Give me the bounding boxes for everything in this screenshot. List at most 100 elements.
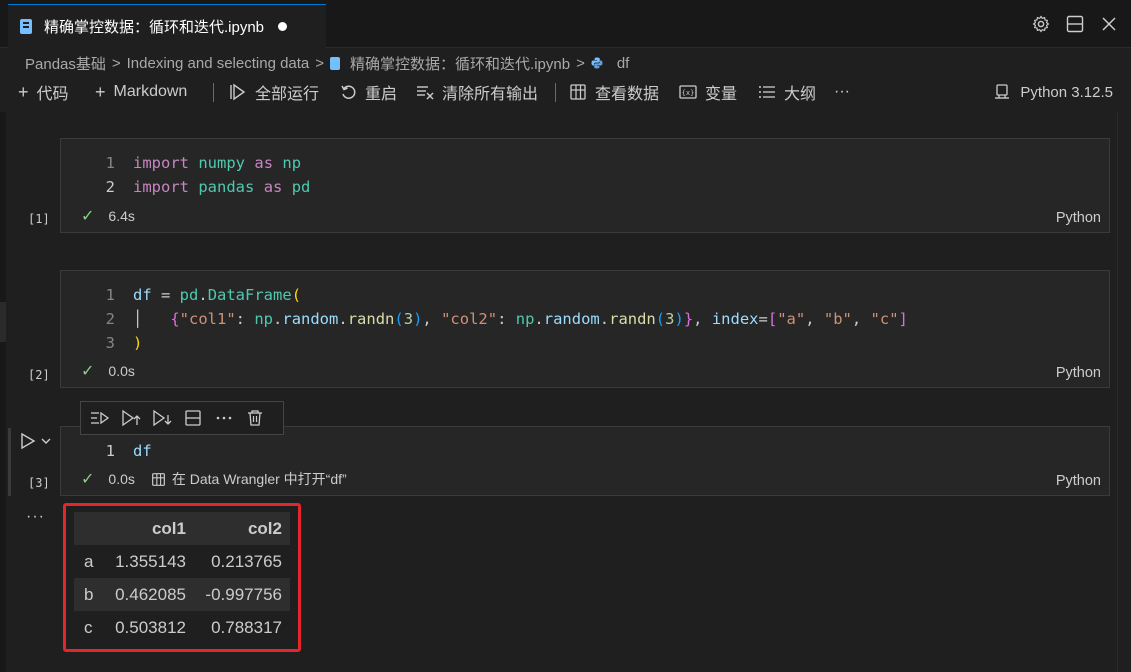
code-cell-1[interactable]: 1 import numpy as np 2 import pandas as pd… bbox=[60, 138, 1110, 233]
execution-count: [1] bbox=[28, 212, 50, 226]
clear-all-icon bbox=[417, 86, 434, 100]
clear-outputs-label: 清除所有输出 bbox=[442, 86, 539, 103]
delete-icon[interactable] bbox=[244, 408, 265, 429]
variables-icon: {x} bbox=[679, 85, 697, 99]
cell-status: ✓ 0.0s 在 Data Wrangler 中打开“df” bbox=[81, 469, 347, 489]
variables-button[interactable]: {x} 变量 bbox=[679, 78, 737, 106]
breadcrumb-item-subfolder[interactable]: Indexing and selecting data bbox=[127, 55, 310, 72]
table-cell: 0.788317 bbox=[194, 611, 290, 644]
add-markdown-label: Markdown bbox=[113, 83, 188, 100]
notebook-toolbar: + 代码 + Markdown 全部运行 重启 清除所有输出 查看数据 {x} … bbox=[0, 78, 1131, 106]
toolbar-divider bbox=[213, 83, 214, 102]
kernel-picker[interactable]: Python 3.12.5 bbox=[993, 78, 1113, 106]
data-wrangler-icon bbox=[570, 84, 586, 100]
outline-label: 大纲 bbox=[784, 86, 817, 103]
outline-button[interactable]: 大纲 bbox=[758, 78, 816, 106]
column-header bbox=[74, 512, 104, 545]
notebook-editor: 1 import numpy as np 2 import pandas as pd… bbox=[0, 112, 1131, 672]
kernel-label: Python 3.12.5 bbox=[1020, 83, 1113, 101]
svg-text:{x}: {x} bbox=[682, 89, 695, 97]
editor-actions bbox=[1031, 14, 1119, 34]
breadcrumb-item-symbol[interactable]: df bbox=[617, 55, 630, 72]
success-check-icon: ✓ bbox=[81, 363, 95, 380]
execution-time: 0.0s bbox=[108, 471, 135, 487]
chevron-down-icon[interactable] bbox=[40, 435, 52, 447]
cell-language[interactable]: Python bbox=[1056, 210, 1101, 226]
breadcrumb-item-folder[interactable]: Pandas基础 bbox=[25, 53, 106, 74]
open-in-data-wrangler-link[interactable]: 在 Data Wrangler 中打开“df” bbox=[151, 469, 347, 489]
run-cell-and-below-icon[interactable] bbox=[120, 408, 141, 429]
breadcrumb-separator: > bbox=[576, 54, 585, 72]
run-above-icon[interactable] bbox=[89, 408, 110, 429]
add-code-label: 代码 bbox=[36, 86, 69, 103]
column-header: col2 bbox=[194, 512, 290, 545]
code-editor[interactable]: 1 df = pd. DataFrame( 2 │ {"col1": np. rando… bbox=[61, 283, 908, 355]
more-actions-button[interactable]: ··· bbox=[834, 78, 850, 106]
restart-button[interactable]: 重启 bbox=[340, 78, 397, 106]
execution-count: [3] bbox=[28, 476, 50, 490]
table-header-row: col1 col2 bbox=[74, 512, 290, 545]
code-editor[interactable]: 1 df bbox=[61, 439, 152, 463]
cell-toolbar bbox=[80, 401, 284, 435]
view-data-label: 查看数据 bbox=[595, 86, 660, 103]
code-cell-2[interactable]: 1 df = pd. DataFrame( 2 │ {"col1": np. rando… bbox=[60, 270, 1110, 388]
execution-count: [2] bbox=[28, 368, 50, 382]
column-header: col1 bbox=[104, 512, 194, 545]
cell-focus-indicator bbox=[8, 428, 11, 496]
unsaved-dot-icon[interactable] bbox=[278, 22, 288, 31]
cell-code: df bbox=[133, 442, 152, 460]
data-wrangler-link-label: 在 Data Wrangler 中打开“df” bbox=[171, 471, 347, 487]
tab-title: 精确掌控数据：循环和迭代.ipynb bbox=[44, 19, 265, 36]
notebook-file-icon bbox=[330, 56, 341, 70]
table-cell: 1.355143 bbox=[104, 545, 194, 578]
data-wrangler-icon bbox=[151, 472, 165, 486]
run-all-icon bbox=[230, 83, 246, 101]
table-row: c 0.503812 0.788317 bbox=[74, 611, 290, 644]
cell-status: ✓ 6.4s bbox=[81, 206, 135, 226]
table-cell: -0.997756 bbox=[194, 578, 290, 611]
line-number: 3 bbox=[105, 334, 115, 352]
row-index: b bbox=[74, 578, 104, 611]
cell-language[interactable]: Python bbox=[1056, 365, 1101, 381]
split-editor-icon[interactable] bbox=[1065, 14, 1085, 34]
editor-tab-bar: 精确掌控数据：循环和迭代.ipynb bbox=[0, 0, 1131, 48]
run-cell-button[interactable] bbox=[20, 432, 52, 450]
line-number: 2 bbox=[105, 178, 115, 196]
plus-icon: + bbox=[95, 81, 106, 102]
success-check-icon: ✓ bbox=[81, 471, 95, 488]
output-highlight-frame: col1 col2 a 1.355143 0.213765 b 0.462085… bbox=[63, 503, 301, 652]
line-number: 1 bbox=[105, 286, 115, 304]
run-all-label: 全部运行 bbox=[255, 86, 320, 103]
line-number: 1 bbox=[105, 154, 115, 172]
plus-icon: + bbox=[18, 81, 29, 102]
table-cell: 0.462085 bbox=[104, 578, 194, 611]
output-actions-button[interactable]: ··· bbox=[26, 508, 45, 526]
more-icon[interactable] bbox=[213, 408, 234, 429]
notebook-tab[interactable]: 精确掌控数据：循环和迭代.ipynb bbox=[8, 4, 326, 48]
dataframe-output: col1 col2 a 1.355143 0.213765 b 0.462085… bbox=[74, 512, 290, 644]
breadcrumb-separator: > bbox=[111, 54, 121, 72]
more-icon: ··· bbox=[834, 83, 850, 100]
python-icon bbox=[591, 57, 603, 69]
breadcrumb-item-file[interactable]: 精确掌控数据：循环和迭代.ipynb bbox=[350, 53, 570, 74]
variables-label: 变量 bbox=[705, 86, 738, 103]
code-editor[interactable]: 1 import numpy as np 2 import pandas as pd bbox=[61, 151, 311, 199]
execution-time: 0.0s bbox=[108, 363, 135, 379]
execution-time: 6.4s bbox=[108, 208, 135, 224]
clear-outputs-button[interactable]: 清除所有输出 bbox=[416, 78, 538, 106]
execute-below-icon[interactable] bbox=[151, 408, 172, 429]
code-cell-3[interactable]: 1 df ✓ 0.0s 在 Data Wrangler 中打开“df” Pytho… bbox=[60, 426, 1110, 496]
settings-gear-icon[interactable] bbox=[1031, 14, 1051, 34]
run-all-button[interactable]: 全部运行 bbox=[229, 78, 319, 106]
breadcrumb: Pandas基础 > Indexing and selecting data >… bbox=[25, 52, 629, 74]
split-cell-icon[interactable] bbox=[182, 408, 203, 429]
add-markdown-cell-button[interactable]: + Markdown bbox=[95, 78, 187, 106]
close-icon[interactable] bbox=[1099, 14, 1119, 34]
view-data-button[interactable]: 查看数据 bbox=[569, 78, 659, 106]
line-number: 1 bbox=[105, 442, 115, 460]
success-check-icon: ✓ bbox=[81, 208, 95, 225]
cell-language[interactable]: Python bbox=[1056, 473, 1101, 489]
toolbar-divider bbox=[555, 83, 556, 102]
vertical-scrollbar[interactable] bbox=[1117, 112, 1131, 672]
add-code-cell-button[interactable]: + 代码 bbox=[18, 78, 69, 106]
